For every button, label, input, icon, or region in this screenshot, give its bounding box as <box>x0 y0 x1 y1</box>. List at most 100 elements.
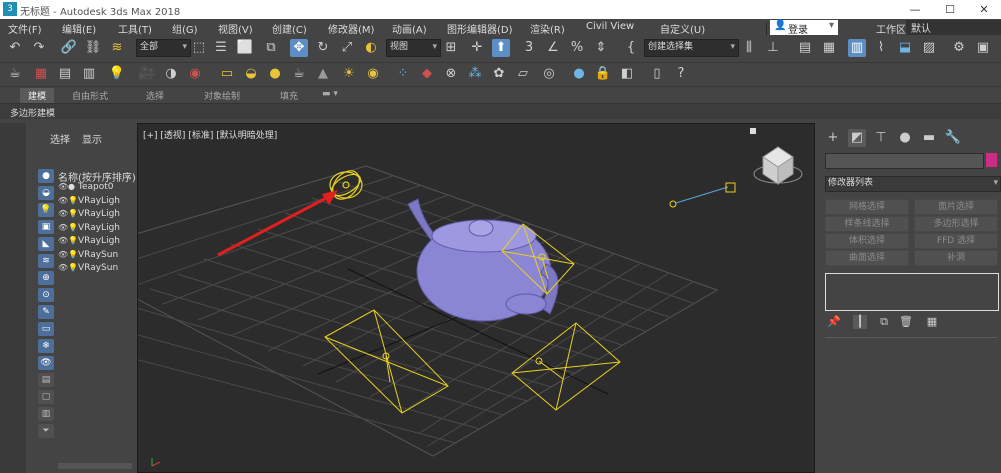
move-icon[interactable]: ✥ <box>290 39 308 57</box>
render-frame-icon[interactable]: ▣ <box>974 39 992 57</box>
filter-shapes-icon[interactable]: ◒ <box>38 186 54 200</box>
menu-view[interactable]: 视图(V) <box>218 21 253 36</box>
toggle-ribbon-icon[interactable]: ▥ <box>848 39 866 57</box>
list-item[interactable]: 👁💡VRayLigh <box>58 236 136 250</box>
render-window-icon[interactable]: ▥ <box>80 65 98 83</box>
list-item[interactable]: 👁💡VRaySun <box>58 250 136 264</box>
select-object-icon[interactable]: ⬚ <box>190 39 208 57</box>
bind-spacewarp-icon[interactable]: ≋ <box>108 39 126 57</box>
eye-icon[interactable]: 👁 <box>58 263 68 272</box>
eye-icon[interactable]: 👁 <box>58 250 68 259</box>
sphere-light-icon[interactable]: ● <box>266 65 284 83</box>
snaps-toggle-icon[interactable]: 3 <box>520 39 538 57</box>
ribbon-sub-label[interactable]: 多边形建模 <box>10 106 55 119</box>
tab-select[interactable]: 选择 <box>50 131 70 146</box>
place-icon[interactable]: ◐ <box>362 39 380 57</box>
menu-create[interactable]: 创建(C) <box>272 21 307 36</box>
render-setup-icon[interactable]: ⚙ <box>950 39 968 57</box>
physical-camera-icon[interactable]: ◑ <box>162 65 180 83</box>
object-color-swatch[interactable] <box>986 153 997 167</box>
percent-snap-icon[interactable]: % <box>568 39 586 57</box>
motion-tab-icon[interactable]: ● <box>896 129 914 147</box>
show-end-result-icon[interactable]: ┃ <box>853 315 867 329</box>
list-item[interactable]: 👁💡VRayLigh <box>58 196 136 210</box>
menu-civil-view[interactable]: Civil View <box>586 21 634 32</box>
spline-select-button[interactable]: 样条线选择 <box>825 216 909 232</box>
perspective-viewport[interactable]: [+] [透视] [标准] [默认明暗处理] <box>137 123 815 473</box>
minimize-button[interactable]: — <box>898 0 932 19</box>
create-tab-icon[interactable]: + <box>824 129 842 147</box>
modify-tab-icon[interactable]: ◩ <box>848 129 866 147</box>
utilities-tab-icon[interactable]: 🔧 <box>944 129 962 147</box>
vfb-icon[interactable]: ◧ <box>618 65 636 83</box>
menu-animation[interactable]: 动画(A) <box>392 21 427 36</box>
filter-hidden-icon[interactable]: 👁 <box>38 356 54 370</box>
render-icon[interactable]: ▦ <box>32 65 50 83</box>
sun-icon[interactable]: ☀ <box>340 65 358 83</box>
filter-geometry-icon[interactable]: ● <box>38 169 54 183</box>
angle-snap-icon[interactable]: ∠ <box>544 39 562 57</box>
redo-icon[interactable]: ↷ <box>30 39 48 57</box>
bulb-icon[interactable]: 💡 <box>108 65 126 83</box>
schematic-view-icon[interactable]: ⬓ <box>896 39 914 57</box>
menu-file[interactable]: 文件(F) <box>8 21 42 36</box>
column-header-name[interactable]: 名称(按升序排序) <box>58 169 136 184</box>
keyboard-shortcut-icon[interactable]: ⬆ <box>492 39 510 57</box>
displacement-icon[interactable]: ◎ <box>540 65 558 83</box>
rect-selection-icon[interactable]: ⬜ <box>236 39 254 57</box>
mirror-icon[interactable]: ⫼ <box>740 39 758 57</box>
surface-select-button[interactable]: 曲面选择 <box>825 250 909 266</box>
view-cube[interactable] <box>750 128 803 185</box>
dome-camera-icon[interactable]: ◉ <box>186 65 204 83</box>
patch-select-button[interactable]: 面片选择 <box>914 199 998 215</box>
edit-named-sel-icon[interactable]: { <box>622 39 640 57</box>
material-ball-icon[interactable]: ● <box>570 65 588 83</box>
plane-light-icon[interactable]: ▭ <box>218 65 236 83</box>
list-item[interactable]: 👁💡VRaySun <box>58 263 136 277</box>
frame-buffer-icon[interactable]: ▤ <box>56 65 74 83</box>
eye-icon[interactable]: 👁 <box>58 196 68 205</box>
layer-explorer-icon[interactable]: ▦ <box>820 39 838 57</box>
hierarchy-tab-icon[interactable]: ⊤ <box>872 129 890 147</box>
link-icon[interactable]: 🔗 <box>60 39 78 57</box>
ribbon-tab-modeling[interactable]: 建模 <box>20 88 55 103</box>
horizontal-scrollbar[interactable] <box>58 463 132 469</box>
dome-light-icon[interactable]: ◒ <box>242 65 260 83</box>
vol-select-button[interactable]: 体积选择 <box>825 233 909 249</box>
configure-sets-icon[interactable]: ▦ <box>925 315 939 329</box>
tab-display[interactable]: 显示 <box>82 131 102 146</box>
filter-groups-icon[interactable]: ⊕ <box>38 271 54 285</box>
display-none-icon[interactable]: ▢ <box>38 390 54 404</box>
menu-edit[interactable]: 编辑(E) <box>62 21 96 36</box>
selection-filter-dropdown[interactable]: 全部 <box>136 39 191 57</box>
infinite-plane-icon[interactable]: ▱ <box>514 65 532 83</box>
cap-holes-button[interactable]: 补洞 <box>914 250 998 266</box>
lock-icon[interactable]: 🔒 <box>594 65 612 83</box>
menu-group[interactable]: 组(G) <box>172 21 198 36</box>
display-all-icon[interactable]: ▤ <box>38 373 54 387</box>
ambient-light-icon[interactable]: ◉ <box>364 65 382 83</box>
login-dropdown[interactable]: 👤 登录 ▾ <box>770 20 838 36</box>
ribbon-options-icon[interactable]: ▬ ▾ <box>322 89 338 99</box>
filter-xrefs-icon[interactable]: ⊙ <box>38 288 54 302</box>
workspace-dropdown[interactable]: 默认 <box>906 20 1001 35</box>
mesh-select-button[interactable]: 网格选择 <box>825 199 909 215</box>
material-editor-icon[interactable]: ▨ <box>920 39 938 57</box>
eye-icon[interactable]: 👁 <box>58 236 68 245</box>
remove-modifier-icon[interactable]: 🗑 <box>899 315 913 329</box>
invert-icon[interactable]: ▥ <box>38 407 54 421</box>
ribbon-tab-populate[interactable]: 填充 <box>280 89 298 102</box>
menu-graph-editors[interactable]: 图形编辑器(D) <box>447 21 513 36</box>
window-crossing-icon[interactable]: ⧉ <box>262 39 280 57</box>
device-icon[interactable]: ▯ <box>648 65 666 83</box>
select-by-name-icon[interactable]: ☰ <box>212 39 230 57</box>
list-item[interactable]: 👁● Teapot0 <box>58 182 136 196</box>
menu-customize[interactable]: 自定义(U) <box>660 21 705 36</box>
ribbon-tab-selection[interactable]: 选择 <box>146 89 164 102</box>
sphere-fade-icon[interactable]: ⊗ <box>442 65 460 83</box>
fur-icon[interactable]: ⁘ <box>394 65 412 83</box>
rotate-icon[interactable]: ↻ <box>314 39 332 57</box>
fur-strands-icon[interactable]: ⁂ <box>466 65 484 83</box>
select-manipulate-icon[interactable]: ✛ <box>468 39 486 57</box>
eye-icon[interactable]: 👁 <box>58 182 68 191</box>
